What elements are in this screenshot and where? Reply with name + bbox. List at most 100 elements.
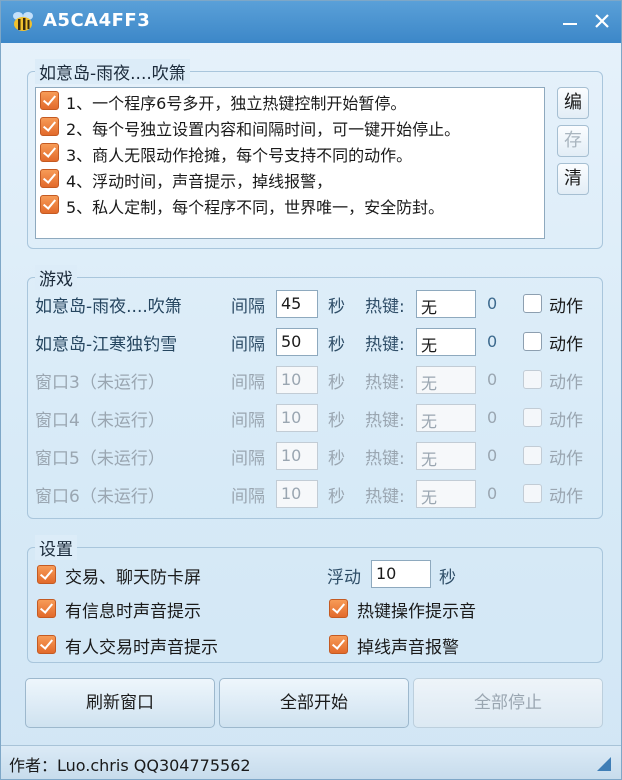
interval-input[interactable]: 10 [276, 366, 318, 394]
seconds-label: 秒 [328, 335, 345, 355]
interval-label: 间隔 [231, 411, 265, 431]
action-label: 动作 [549, 297, 583, 317]
hotkey-input[interactable]: 无 [416, 366, 476, 394]
interval-label: 间隔 [231, 487, 265, 507]
hotkey-sound-label: 热键操作提示音 [357, 602, 476, 622]
action-checkbox[interactable] [523, 408, 542, 427]
count-value: 0 [487, 446, 498, 465]
float-unit: 秒 [439, 568, 456, 588]
hotkey-label: 热键: [365, 373, 405, 393]
action-checkbox[interactable] [523, 370, 542, 389]
save-button[interactable]: 存 [557, 125, 589, 157]
hotkey-label: 热键: [365, 411, 405, 431]
action-checkbox[interactable] [523, 484, 542, 503]
list-item[interactable]: 3、商人无限动作抢摊，每个号支持不同的动作。 [36, 140, 544, 166]
list-item[interactable]: 2、每个号独立设置内容和间隔时间，可一键开始停止。 [36, 114, 544, 140]
interval-input[interactable]: 45 [276, 290, 318, 318]
trade-chat-antifreeze-checkbox[interactable] [37, 565, 56, 584]
list-item-label: 5、私人定制，每个程序不同，世界唯一，安全防封。 [66, 198, 445, 217]
action-label: 动作 [549, 335, 583, 355]
interval-input[interactable]: 50 [276, 328, 318, 356]
seconds-label: 秒 [328, 449, 345, 469]
disconnect-alarm-checkbox[interactable] [329, 635, 348, 654]
interval-input[interactable]: 10 [276, 480, 318, 508]
list-item-label: 4、浮动时间，声音提示，掉线报警， [66, 172, 333, 191]
game-window-name: 窗口3（未运行） [35, 373, 165, 393]
action-label: 动作 [549, 487, 583, 507]
list-item-label: 1、一个程序6号多开，独立热键控制开始暂停。 [66, 94, 407, 113]
resize-grip-icon[interactable] [597, 757, 611, 771]
disconnect-alarm-label: 掉线声音报警 [357, 638, 459, 658]
program-group-legend: 如意岛-雨夜....吹箫 [35, 59, 190, 84]
hotkey-input[interactable]: 无 [416, 404, 476, 432]
seconds-label: 秒 [328, 411, 345, 431]
trade-sound-label: 有人交易时声音提示 [65, 638, 218, 658]
game-window-name: 窗口4（未运行） [35, 411, 165, 431]
list-item-label: 2、每个号独立设置内容和间隔时间，可一键开始停止。 [66, 120, 461, 139]
title-bar[interactable]: A5CA4FF3 [1, 1, 621, 43]
hotkey-input[interactable]: 无 [416, 442, 476, 470]
hotkey-label: 热键: [365, 487, 405, 507]
hotkey-input[interactable]: 无 [416, 290, 476, 318]
game-window-name: 窗口6（未运行） [35, 487, 165, 507]
refresh-window-button[interactable]: 刷新窗口 [25, 678, 215, 728]
count-value: 0 [487, 370, 498, 389]
trade-sound-checkbox[interactable] [37, 635, 56, 654]
hotkey-sound-checkbox[interactable] [329, 599, 348, 618]
checkbox[interactable] [40, 117, 59, 136]
msg-sound-checkbox[interactable] [37, 599, 56, 618]
action-label: 动作 [549, 411, 583, 431]
action-label: 动作 [549, 373, 583, 393]
list-item-label: 3、商人无限动作抢摊，每个号支持不同的动作。 [66, 146, 413, 165]
window-title: A5CA4FF3 [43, 10, 151, 31]
count-value: 0 [487, 484, 498, 503]
list-item[interactable]: 5、私人定制，每个程序不同，世界唯一，安全防封。 [36, 192, 544, 218]
interval-label: 间隔 [231, 335, 265, 355]
action-checkbox[interactable] [523, 446, 542, 465]
hotkey-input[interactable]: 无 [416, 328, 476, 356]
float-input[interactable]: 10 [371, 560, 431, 588]
game-window-name: 如意岛-雨夜....吹箫 [35, 297, 182, 317]
float-label: 浮动 [327, 568, 361, 588]
hotkey-input[interactable]: 无 [416, 480, 476, 508]
action-label: 动作 [549, 449, 583, 469]
list-item[interactable]: 4、浮动时间，声音提示，掉线报警， [36, 166, 544, 192]
checkbox[interactable] [40, 91, 59, 110]
list-item[interactable]: 1、一个程序6号多开，独立热键控制开始暂停。 [36, 88, 544, 114]
count-value: 0 [487, 294, 498, 313]
action-checkbox[interactable] [523, 332, 542, 351]
game-group-legend: 游戏 [35, 265, 77, 290]
msg-sound-label: 有信息时声音提示 [65, 602, 201, 622]
interval-label: 间隔 [231, 297, 265, 317]
main-window: A5CA4FF3 如意岛-雨夜....吹箫 1、一个程序6号多开，独立热键控制开… [0, 0, 622, 780]
game-window-name: 如意岛-江寒独钓雪 [35, 335, 178, 355]
hotkey-label: 热键: [365, 297, 405, 317]
stop-all-button[interactable]: 全部停止 [413, 678, 603, 728]
minimize-icon [563, 23, 577, 25]
count-value: 0 [487, 332, 498, 351]
checkbox[interactable] [40, 169, 59, 188]
feature-list[interactable]: 1、一个程序6号多开，独立热键控制开始暂停。 2、每个号独立设置内容和间隔时间，… [35, 87, 545, 239]
hotkey-label: 热键: [365, 335, 405, 355]
seconds-label: 秒 [328, 373, 345, 393]
action-checkbox[interactable] [523, 294, 542, 313]
close-icon[interactable] [589, 9, 615, 33]
bee-icon [13, 12, 33, 31]
minimize-button[interactable] [557, 9, 583, 33]
interval-input[interactable]: 10 [276, 442, 318, 470]
seconds-label: 秒 [328, 297, 345, 317]
interval-input[interactable]: 10 [276, 404, 318, 432]
interval-label: 间隔 [231, 449, 265, 469]
trade-chat-antifreeze-label: 交易、聊天防卡屏 [65, 568, 201, 588]
clear-button[interactable]: 清 [557, 163, 589, 195]
edit-button[interactable]: 编 [557, 87, 589, 119]
checkbox[interactable] [40, 143, 59, 162]
checkbox[interactable] [40, 195, 59, 214]
settings-group-legend: 设置 [35, 535, 77, 560]
start-all-button[interactable]: 全部开始 [219, 678, 409, 728]
seconds-label: 秒 [328, 487, 345, 507]
author-info: 作者：Luo.chris QQ304775562 [9, 756, 251, 775]
interval-label: 间隔 [231, 373, 265, 393]
hotkey-label: 热键: [365, 449, 405, 469]
status-bar: 作者：Luo.chris QQ304775562 [1, 745, 621, 779]
